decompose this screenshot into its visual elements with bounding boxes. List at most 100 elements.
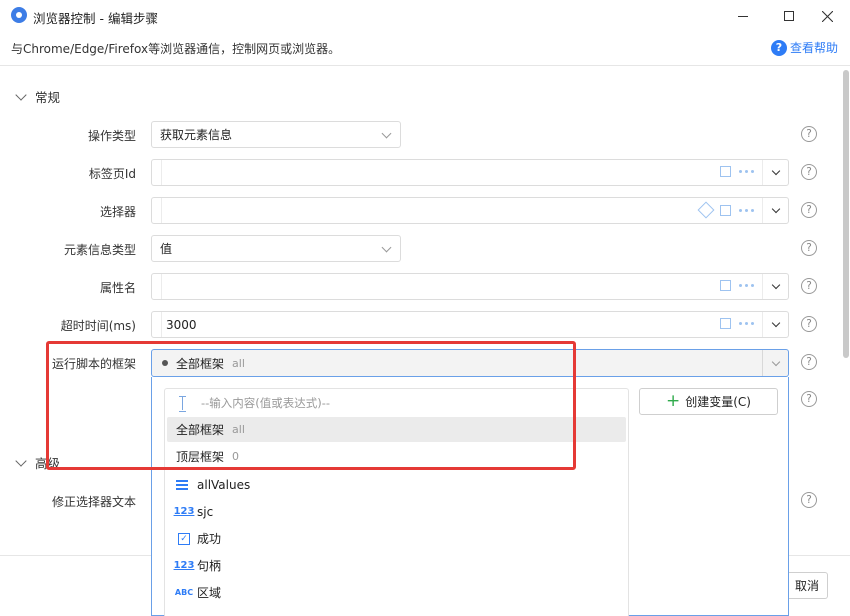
chevron-down-icon	[771, 280, 780, 290]
fix-selector-text-label: 修正选择器文本	[51, 495, 136, 509]
element-info-type-select[interactable]: 值	[151, 235, 401, 262]
checkmark: ✓	[178, 532, 190, 545]
help-question-icon[interactable]: ?	[801, 354, 817, 370]
window-title: 浏览器控制 - 编辑步骤	[33, 11, 158, 26]
more-icon[interactable]	[739, 284, 754, 287]
open-editor-icon[interactable]	[720, 204, 731, 216]
variable-item[interactable]: ✓ 成功	[165, 525, 628, 552]
plus-icon: +	[666, 391, 681, 411]
element-info-type-label: 元素信息类型	[63, 243, 136, 257]
operation-type-label: 操作类型	[87, 129, 136, 143]
number-icon: 123	[173, 560, 195, 571]
open-editor-icon[interactable]	[720, 280, 731, 291]
chevron-down-icon	[771, 318, 780, 328]
list-icon	[176, 479, 192, 490]
input-tools	[720, 166, 754, 177]
open-editor-icon[interactable]	[720, 166, 731, 177]
help-question-icon[interactable]: ?	[801, 316, 817, 332]
option-all-frames[interactable]: 全部框架 all	[167, 417, 626, 442]
attribute-name-label: 属性名	[99, 281, 136, 295]
input-lead	[152, 312, 162, 337]
variable-name: 区域	[197, 586, 222, 600]
variable-item[interactable]: 123 sjc	[165, 498, 628, 525]
minimize-button[interactable]	[720, 0, 766, 32]
tab-id-dropdown-button[interactable]	[762, 160, 788, 185]
input-tools	[720, 318, 754, 329]
frame-value: 全部框架	[176, 356, 225, 371]
variable-item[interactable]: 123 句柄	[165, 552, 628, 579]
browser-app-icon	[11, 7, 27, 23]
help-question-icon[interactable]: ?	[801, 278, 817, 294]
text-cursor-icon	[179, 396, 187, 412]
open-editor-icon[interactable]	[720, 318, 731, 329]
operation-type-select[interactable]: 获取元素信息	[151, 121, 401, 148]
create-variable-button[interactable]: + 创建变量(C)	[639, 388, 778, 415]
bullet-icon	[162, 360, 168, 366]
variable-name: sjc	[197, 504, 214, 519]
section-general[interactable]: 常规	[15, 87, 60, 106]
help-question-icon[interactable]: ?	[801, 164, 817, 180]
input-tools	[720, 280, 754, 291]
option-hint: 0	[232, 450, 240, 463]
attribute-name-dropdown-button[interactable]	[762, 274, 788, 299]
chevron-down-icon	[771, 204, 780, 214]
attribute-name-input[interactable]	[151, 273, 789, 300]
option-label: 全部框架	[176, 423, 225, 437]
element-info-type-value: 值	[160, 242, 173, 256]
tab-id-label: 标签页Id	[88, 167, 136, 181]
number-icon: 123	[173, 506, 195, 517]
help-question-icon[interactable]: ?	[801, 126, 817, 142]
dropdown-search-placeholder: --输入内容(值或表达式)--	[201, 396, 331, 410]
input-lead	[152, 198, 162, 223]
selector-dropdown-button[interactable]	[762, 198, 788, 223]
close-button[interactable]	[804, 0, 850, 32]
frame-dropdown-button[interactable]	[762, 350, 788, 376]
help-circle-icon: ?	[771, 39, 787, 56]
option-hint: all	[232, 423, 245, 436]
more-icon[interactable]	[739, 170, 754, 173]
minimize-icon	[738, 15, 748, 17]
more-icon[interactable]	[739, 208, 754, 212]
chevron-down-icon	[381, 128, 392, 139]
cancel-button[interactable]: 取消	[787, 572, 828, 599]
section-advanced[interactable]: 高级	[15, 453, 61, 472]
variable-name: 成功	[197, 532, 222, 546]
help-question-icon[interactable]: ?	[801, 391, 817, 407]
help-link[interactable]: ? 查看帮助	[771, 39, 838, 56]
text-icon: ABC	[174, 588, 194, 597]
frame-label: 运行脚本的框架	[51, 357, 136, 371]
timeout-dropdown-button[interactable]	[762, 312, 788, 337]
variable-name: allValues	[197, 477, 251, 492]
section-advanced-title: 高级	[35, 456, 61, 471]
scrollbar-thumb[interactable]	[843, 70, 849, 358]
input-lead	[152, 274, 162, 299]
boolean-icon: ✓	[176, 532, 192, 545]
help-question-icon[interactable]: ?	[801, 240, 817, 256]
frame-select[interactable]: 全部框架 all	[151, 349, 789, 377]
variable-name: 句柄	[197, 559, 222, 573]
help-question-icon[interactable]: ?	[801, 202, 817, 218]
selector-label: 选择器	[99, 205, 136, 219]
selector-input[interactable]	[151, 197, 789, 224]
maximize-icon	[784, 11, 794, 21]
input-lead	[152, 160, 162, 185]
chevron-down-icon	[771, 357, 780, 366]
element-picker-icon[interactable]	[697, 201, 715, 219]
chevron-down-icon	[381, 242, 392, 253]
window-description: 与Chrome/Edge/Firefox等浏览器通信，控制网页或浏览器。	[11, 42, 341, 56]
variable-item[interactable]: allValues	[165, 471, 628, 498]
more-icon[interactable]	[739, 322, 754, 325]
input-tools	[697, 201, 754, 219]
option-top-frame[interactable]: 顶层框架 0	[167, 444, 626, 469]
create-variable-label: 创建变量(C)	[685, 395, 751, 409]
help-label: 查看帮助	[790, 41, 839, 55]
help-question-icon[interactable]: ?	[801, 492, 817, 508]
frame-dropdown-panel: --输入内容(值或表达式)-- 全部框架 all 顶层框架 0 allValue…	[151, 377, 789, 616]
header-divider	[0, 65, 850, 66]
timeout-label: 超时时间(ms)	[60, 319, 136, 333]
variable-item[interactable]: ABC 区域	[165, 579, 628, 606]
dropdown-search-input[interactable]: --输入内容(值或表达式)--	[165, 389, 628, 417]
timeout-input[interactable]: 3000	[151, 311, 789, 338]
title-bar: 浏览器控制 - 编辑步骤	[0, 0, 850, 32]
tab-id-input[interactable]	[151, 159, 789, 186]
